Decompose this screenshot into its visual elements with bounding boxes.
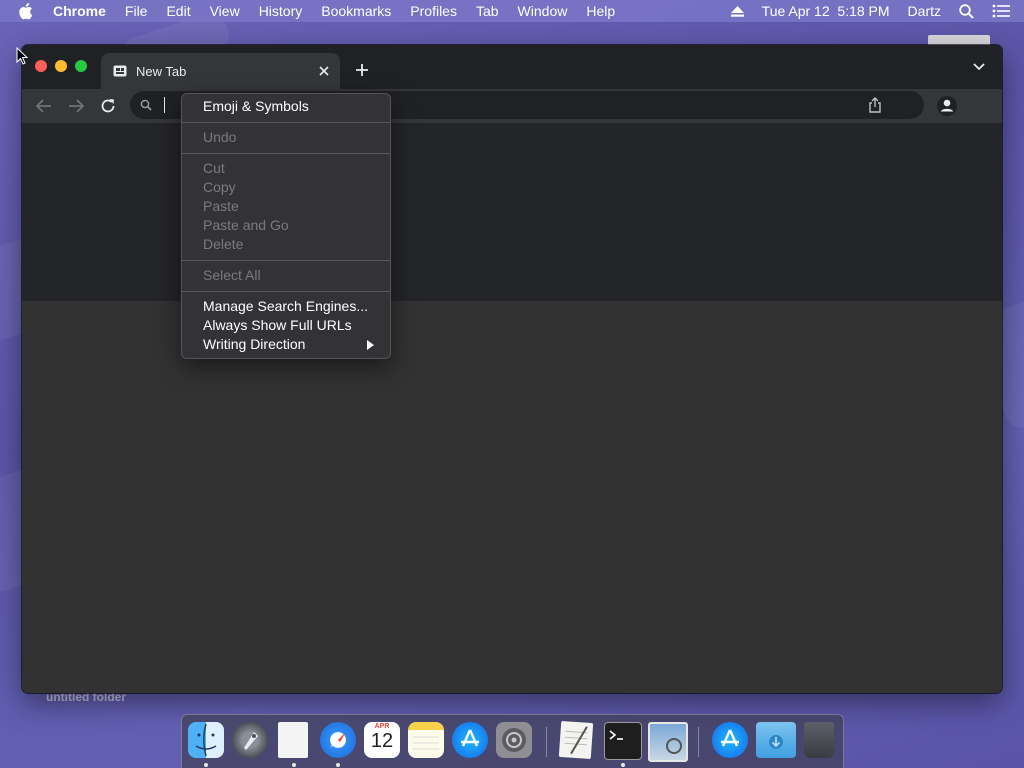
preview-icon[interactable]: [648, 722, 688, 762]
ctx-writing-direction[interactable]: Writing Direction: [203, 335, 305, 354]
dock-separator: [698, 727, 699, 757]
tab-search-chevron-icon[interactable]: [972, 62, 988, 74]
running-indicator: [336, 763, 340, 767]
notes-icon[interactable]: [408, 722, 444, 758]
context-menu: Emoji & Symbols Undo Cut Copy Paste Past…: [181, 93, 391, 359]
calendar-day: 12: [370, 730, 394, 752]
ctx-select-all[interactable]: Select All: [203, 266, 261, 285]
menu-separator: [182, 291, 390, 292]
new-tab-favicon-icon: [113, 65, 127, 77]
browser-toolbar: [22, 89, 1002, 123]
app-store-downloads-icon[interactable]: [712, 722, 748, 758]
menu-history[interactable]: History: [259, 3, 303, 19]
search-icon: [140, 99, 152, 111]
menu-bar: Chrome File Edit View History Bookmarks …: [0, 0, 1024, 22]
ctx-manage-search-engines[interactable]: Manage Search Engines...: [203, 297, 368, 316]
window-minimize-button[interactable]: [55, 60, 67, 72]
menu-tab[interactable]: Tab: [476, 3, 499, 19]
terminal-icon[interactable]: [604, 722, 642, 760]
running-indicator: [292, 763, 296, 767]
calendar-month: APR: [374, 723, 390, 730]
menu-edit[interactable]: Edit: [166, 3, 190, 19]
text-caret: [164, 97, 165, 113]
eject-icon[interactable]: [730, 5, 744, 17]
system-preferences-icon[interactable]: [496, 722, 532, 758]
new-tab-page-header: [22, 123, 1002, 301]
menu-chrome[interactable]: Chrome: [53, 3, 106, 19]
menu-view[interactable]: View: [210, 3, 240, 19]
new-tab-page-body: [22, 301, 1002, 693]
window-close-button[interactable]: [35, 60, 47, 72]
finder-icon[interactable]: [188, 722, 224, 758]
ctx-paste[interactable]: Paste: [203, 197, 239, 216]
tab-strip: New Tab: [22, 45, 1002, 89]
back-button[interactable]: [35, 97, 53, 115]
spotlight-search-icon[interactable]: [959, 3, 974, 19]
reload-button[interactable]: [99, 97, 117, 115]
notification-list-icon[interactable]: [992, 4, 1010, 18]
menu-help[interactable]: Help: [586, 3, 615, 19]
ctx-always-show-full-urls[interactable]: Always Show Full URLs: [203, 316, 352, 335]
menu-separator: [182, 260, 390, 261]
ctx-cut[interactable]: Cut: [203, 159, 225, 178]
menubar-user[interactable]: Dartz: [908, 3, 941, 19]
forward-button[interactable]: [67, 97, 85, 115]
running-indicator: [621, 763, 625, 767]
calendar-icon[interactable]: APR 12: [364, 722, 400, 758]
textedit-document-icon[interactable]: [278, 722, 308, 758]
menubar-clock[interactable]: Tue Apr 12 5:18 PM: [762, 3, 890, 19]
menu-file[interactable]: File: [125, 3, 148, 19]
submenu-arrow-icon: [367, 340, 374, 350]
ctx-paste-and-go[interactable]: Paste and Go: [203, 216, 289, 235]
downloads-folder-icon[interactable]: [756, 722, 796, 758]
ctx-copy[interactable]: Copy: [203, 178, 236, 197]
menu-profiles[interactable]: Profiles: [410, 3, 457, 19]
dock: APR 12: [181, 714, 844, 768]
tab-new-tab[interactable]: New Tab: [101, 53, 340, 89]
chrome-window: New Tab: [22, 45, 1002, 693]
ctx-emoji-symbols[interactable]: Emoji & Symbols: [203, 97, 309, 116]
share-icon[interactable]: [868, 97, 882, 113]
launchpad-icon[interactable]: [232, 722, 268, 758]
dock-separator: [546, 727, 547, 757]
profile-avatar-icon[interactable]: [936, 95, 958, 117]
app-store-icon[interactable]: [452, 722, 488, 758]
close-icon[interactable]: [316, 63, 332, 79]
new-tab-button[interactable]: [352, 60, 372, 80]
ctx-undo[interactable]: Undo: [203, 128, 236, 147]
menu-window[interactable]: Window: [518, 3, 568, 19]
menu-bookmarks[interactable]: Bookmarks: [321, 3, 391, 19]
menu-separator: [182, 122, 390, 123]
apple-logo-icon[interactable]: [19, 2, 39, 20]
tab-title: New Tab: [136, 63, 187, 79]
textedit-icon[interactable]: [558, 720, 594, 760]
running-indicator: [204, 763, 208, 767]
ctx-delete[interactable]: Delete: [203, 235, 243, 254]
window-zoom-button[interactable]: [75, 60, 87, 72]
menu-separator: [182, 153, 390, 154]
trash-icon[interactable]: [804, 722, 834, 758]
safari-icon[interactable]: [320, 722, 356, 758]
mouse-pointer-icon: [16, 47, 28, 65]
